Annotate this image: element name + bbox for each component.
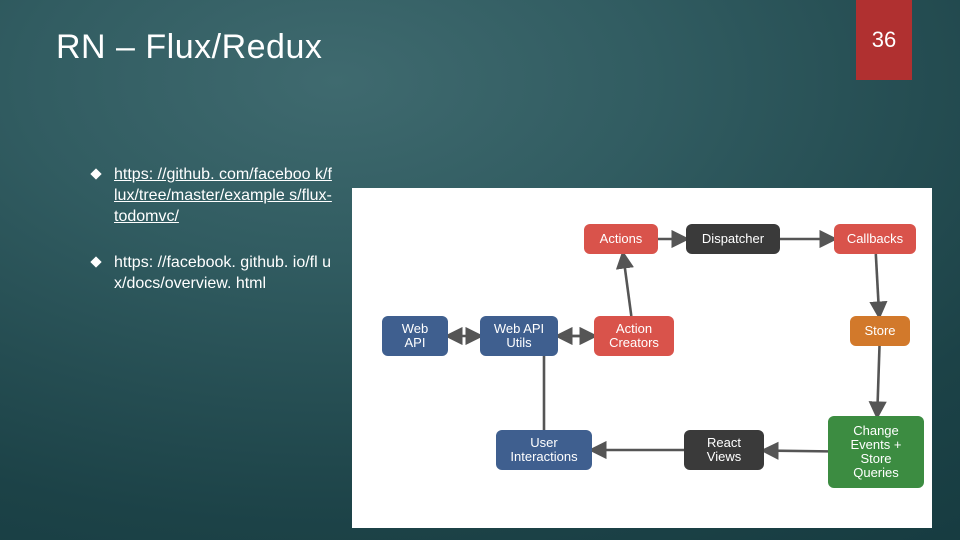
node-change_events: ChangeEvents +StoreQueries (828, 416, 924, 488)
svg-text:Queries: Queries (853, 465, 899, 480)
svg-text:Store: Store (864, 323, 895, 338)
svg-text:Web: Web (402, 321, 429, 336)
svg-text:Dispatcher: Dispatcher (702, 231, 765, 246)
node-callbacks: Callbacks (834, 224, 916, 254)
bullet-link[interactable]: https: //github. com/faceboo k/flux/tree… (114, 165, 332, 227)
node-web_api: WebAPI (382, 316, 448, 356)
flux-diagram-svg: ActionsDispatcherCallbacksWebAPIWeb APIU… (352, 188, 932, 528)
node-react_views: ReactViews (684, 430, 764, 470)
svg-text:Store: Store (860, 451, 891, 466)
flux-diagram: ActionsDispatcherCallbacksWebAPIWeb APIU… (352, 188, 932, 528)
node-web_api_utils: Web APIUtils (480, 316, 558, 356)
edge-action_creators-actions (623, 254, 631, 316)
node-store: Store (850, 316, 910, 346)
bullet-item: https: //facebook. github. io/fl ux/docs… (92, 253, 332, 295)
svg-text:Actions: Actions (600, 231, 643, 246)
svg-text:Events +: Events + (851, 437, 902, 452)
edge-change_events-react_views (764, 451, 828, 452)
page-number-badge: 36 (856, 0, 912, 80)
svg-text:User: User (530, 435, 558, 450)
edge-callbacks-store (876, 254, 879, 316)
node-actions: Actions (584, 224, 658, 254)
svg-text:Web API: Web API (494, 321, 544, 336)
svg-text:Utils: Utils (506, 335, 532, 350)
svg-text:Action: Action (616, 321, 652, 336)
diamond-bullet-icon (90, 168, 101, 179)
slide-root: RN – Flux/Redux 36 https: //github. com/… (0, 0, 960, 540)
bullet-text: https: //facebook. github. io/fl ux/docs… (114, 253, 332, 295)
page-number: 36 (872, 27, 896, 53)
svg-text:API: API (405, 335, 426, 350)
node-action_creators: ActionCreators (594, 316, 674, 356)
svg-text:Interactions: Interactions (510, 449, 578, 464)
bullet-item: https: //github. com/faceboo k/flux/tree… (92, 165, 332, 227)
node-dispatcher: Dispatcher (686, 224, 780, 254)
svg-text:Callbacks: Callbacks (847, 231, 904, 246)
svg-text:Change: Change (853, 423, 899, 438)
svg-text:Views: Views (707, 449, 742, 464)
svg-text:React: React (707, 435, 741, 450)
diamond-bullet-icon (90, 257, 101, 268)
edge-store-change_events (877, 346, 879, 416)
svg-text:Creators: Creators (609, 335, 659, 350)
node-user_interact: UserInteractions (496, 430, 592, 470)
slide-title: RN – Flux/Redux (56, 28, 322, 67)
bullet-list: https: //github. com/faceboo k/flux/tree… (92, 165, 332, 321)
